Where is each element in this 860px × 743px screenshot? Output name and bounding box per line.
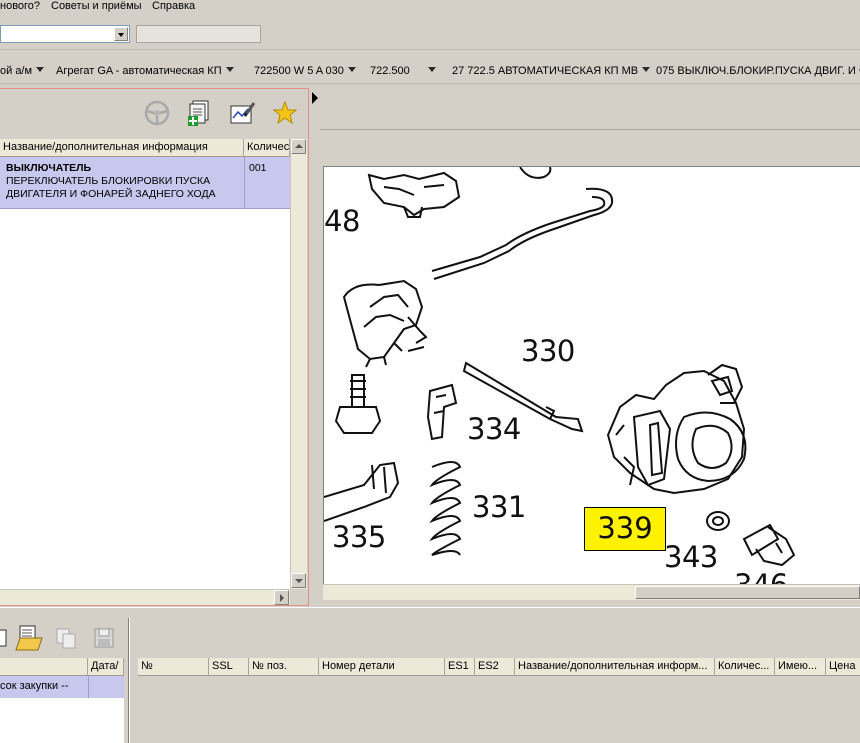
breadcrumb-label: 722.500	[370, 65, 410, 77]
bottom-panel-splitter[interactable]	[124, 618, 138, 743]
add-to-list-button[interactable]	[184, 99, 214, 127]
column-header-description[interactable]: Название/дополнительная информ...	[515, 658, 715, 676]
purchase-list-name: сок закупки --	[0, 680, 69, 692]
copy-icon	[56, 628, 76, 649]
order-grid	[138, 676, 860, 743]
part-info: ПЕРЕКЛЮЧАТЕЛЬ БЛОКИРОВКИ ПУСКА ДВИГАТЕЛЯ…	[6, 175, 216, 200]
parts-vertical-scrollbar[interactable]	[290, 139, 307, 589]
breadcrumb-model[interactable]: 722500 W 5 A 030	[254, 64, 356, 78]
callout-346[interactable]: 346	[734, 571, 788, 585]
order-items-panel: № SSL № поз. Номер детали ES1 ES2 Назван…	[138, 618, 860, 743]
drawing-toolbar	[320, 88, 860, 130]
parts-grid: ВЫКЛЮЧАТЕЛЬ ПЕРЕКЛЮЧАТЕЛЬ БЛОКИРОВКИ ПУС…	[0, 157, 290, 589]
breadcrumb-label: 075 ВЫКЛЮЧ.БЛОКИР.ПУСКА ДВИГ. И Ф	[656, 65, 860, 77]
parts-list-panel: Название/дополнительная информация Колич…	[0, 88, 309, 606]
column-header-part-number[interactable]: Номер детали	[319, 658, 445, 676]
column-header-name[interactable]	[0, 658, 88, 676]
chevron-down-icon[interactable]	[427, 67, 436, 72]
callout-339-highlighted[interactable]: 339	[584, 507, 666, 551]
purchase-grid-header: Дата/	[0, 658, 124, 676]
breadcrumb-label: Агрегат GA - автоматическая КП	[56, 65, 222, 77]
column-divider	[244, 157, 245, 209]
column-header-quantity[interactable]: Количес...	[715, 658, 775, 676]
breadcrumb-aggregate[interactable]: Агрегат GA - автоматическая КП	[56, 64, 234, 78]
callout-331[interactable]: 331	[472, 493, 526, 522]
scroll-right-icon[interactable]	[274, 590, 289, 605]
parts-grid-header: Название/дополнительная информация Колич…	[0, 139, 307, 157]
open-list-button[interactable]	[14, 624, 44, 652]
column-header-position[interactable]: № поз.	[249, 658, 319, 676]
save-list-button[interactable]	[92, 626, 118, 652]
bottom-splitter[interactable]	[0, 607, 860, 618]
column-header-ssl[interactable]: SSL	[209, 658, 249, 676]
part-name-cell: ВЫКЛЮЧАТЕЛЬ ПЕРЕКЛЮЧАТЕЛЬ БЛОКИРОВКИ ПУС…	[6, 162, 242, 201]
purchase-toolbar	[0, 618, 124, 658]
callout-343[interactable]: 343	[664, 543, 718, 572]
purchase-grid: сок закупки --	[0, 676, 124, 743]
breadcrumb-vehicle[interactable]: ой а/м	[0, 64, 45, 78]
column-header-es1[interactable]: ES1	[445, 658, 475, 676]
table-row[interactable]: ВЫКЛЮЧАТЕЛЬ ПЕРЕКЛЮЧАТЕЛЬ БЛОКИРОВКИ ПУС…	[0, 157, 290, 209]
new-list-button[interactable]	[0, 628, 8, 648]
favorite-button[interactable]	[270, 99, 300, 127]
chart-edit-icon	[230, 102, 256, 124]
drawing-horizontal-scrollbar[interactable]	[323, 584, 860, 600]
callout-48[interactable]: 48	[324, 207, 360, 236]
menu-item-whats-new[interactable]: нового?	[0, 0, 40, 13]
part-qty: 001	[249, 162, 267, 174]
part-name: ВЫКЛЮЧАТЕЛЬ	[6, 162, 92, 174]
splitter-line	[128, 618, 130, 743]
parts-horizontal-scrollbar[interactable]	[0, 589, 290, 605]
chevron-down-icon[interactable]	[114, 27, 128, 41]
breadcrumb-group[interactable]: 27 722.5 АВТОМАТИЧЕСКАЯ КП MB	[452, 64, 651, 78]
panel-splitter[interactable]	[309, 88, 320, 606]
breadcrumb-subgroup[interactable]: 075 ВЫКЛЮЧ.БЛОКИР.ПУСКА ДВИГ. И Ф	[656, 64, 860, 78]
purchase-lists-panel: Дата/ сок закупки --	[0, 618, 124, 743]
scroll-up-icon[interactable]	[291, 139, 306, 154]
menu-item-help[interactable]: Справка	[152, 0, 195, 13]
breadcrumb-label: ой а/м	[0, 65, 33, 77]
breadcrumb-label: 722500 W 5 A 030	[254, 65, 344, 77]
callout-334[interactable]: 334	[467, 415, 521, 444]
breadcrumb-label: 27 722.5 АВТОМАТИЧЕСКАЯ КП MB	[452, 65, 639, 77]
breadcrumb-type[interactable]: 722.500	[370, 64, 436, 78]
drawing-header	[320, 131, 860, 165]
column-header-date[interactable]: Дата/	[88, 658, 124, 676]
open-folder-icon	[15, 625, 43, 651]
chevron-down-icon[interactable]	[36, 67, 45, 72]
parts-toolbar	[0, 89, 307, 139]
search-combobox[interactable]	[0, 25, 130, 43]
menu-item-tips[interactable]: Советы и приёмы	[51, 0, 142, 13]
scroll-down-icon[interactable]	[291, 573, 306, 588]
document-add-icon	[188, 100, 209, 126]
copy-list-button[interactable]	[54, 626, 80, 652]
save-icon	[94, 628, 114, 648]
scroll-thumb[interactable]	[635, 586, 860, 599]
search-input[interactable]	[136, 25, 261, 43]
menubar: нового? Советы и приёмы Справка	[0, 0, 860, 14]
star-icon	[272, 100, 298, 125]
column-header-number[interactable]: №	[138, 658, 209, 676]
edit-notes-button[interactable]	[228, 99, 258, 127]
chevron-down-icon[interactable]	[642, 67, 651, 72]
breadcrumb: ой а/м Агрегат GA - автоматическая КП 72…	[0, 58, 860, 84]
chevron-down-icon[interactable]	[225, 67, 234, 72]
document-icon	[0, 629, 7, 647]
purchase-list-date	[88, 676, 124, 698]
callout-335[interactable]: 335	[332, 523, 386, 552]
column-header-qty[interactable]: Количес	[244, 139, 290, 157]
column-header-es2[interactable]: ES2	[475, 658, 515, 676]
steering-wheel-button[interactable]	[142, 99, 172, 127]
callout-330[interactable]: 330	[521, 337, 575, 366]
steering-wheel-icon	[144, 100, 170, 126]
column-header-available[interactable]: Имею...	[775, 658, 826, 676]
column-header-name[interactable]: Название/дополнительная информация	[0, 139, 244, 157]
exploded-view-drawing[interactable]: 48 330 334 331 335 339 343 346	[323, 166, 860, 584]
list-item[interactable]: сок закупки --	[0, 676, 124, 698]
search-row	[0, 18, 860, 50]
column-header-price[interactable]: Цена	[826, 658, 860, 676]
chevron-down-icon[interactable]	[347, 67, 356, 72]
order-grid-header: № SSL № поз. Номер детали ES1 ES2 Назван…	[138, 658, 860, 676]
